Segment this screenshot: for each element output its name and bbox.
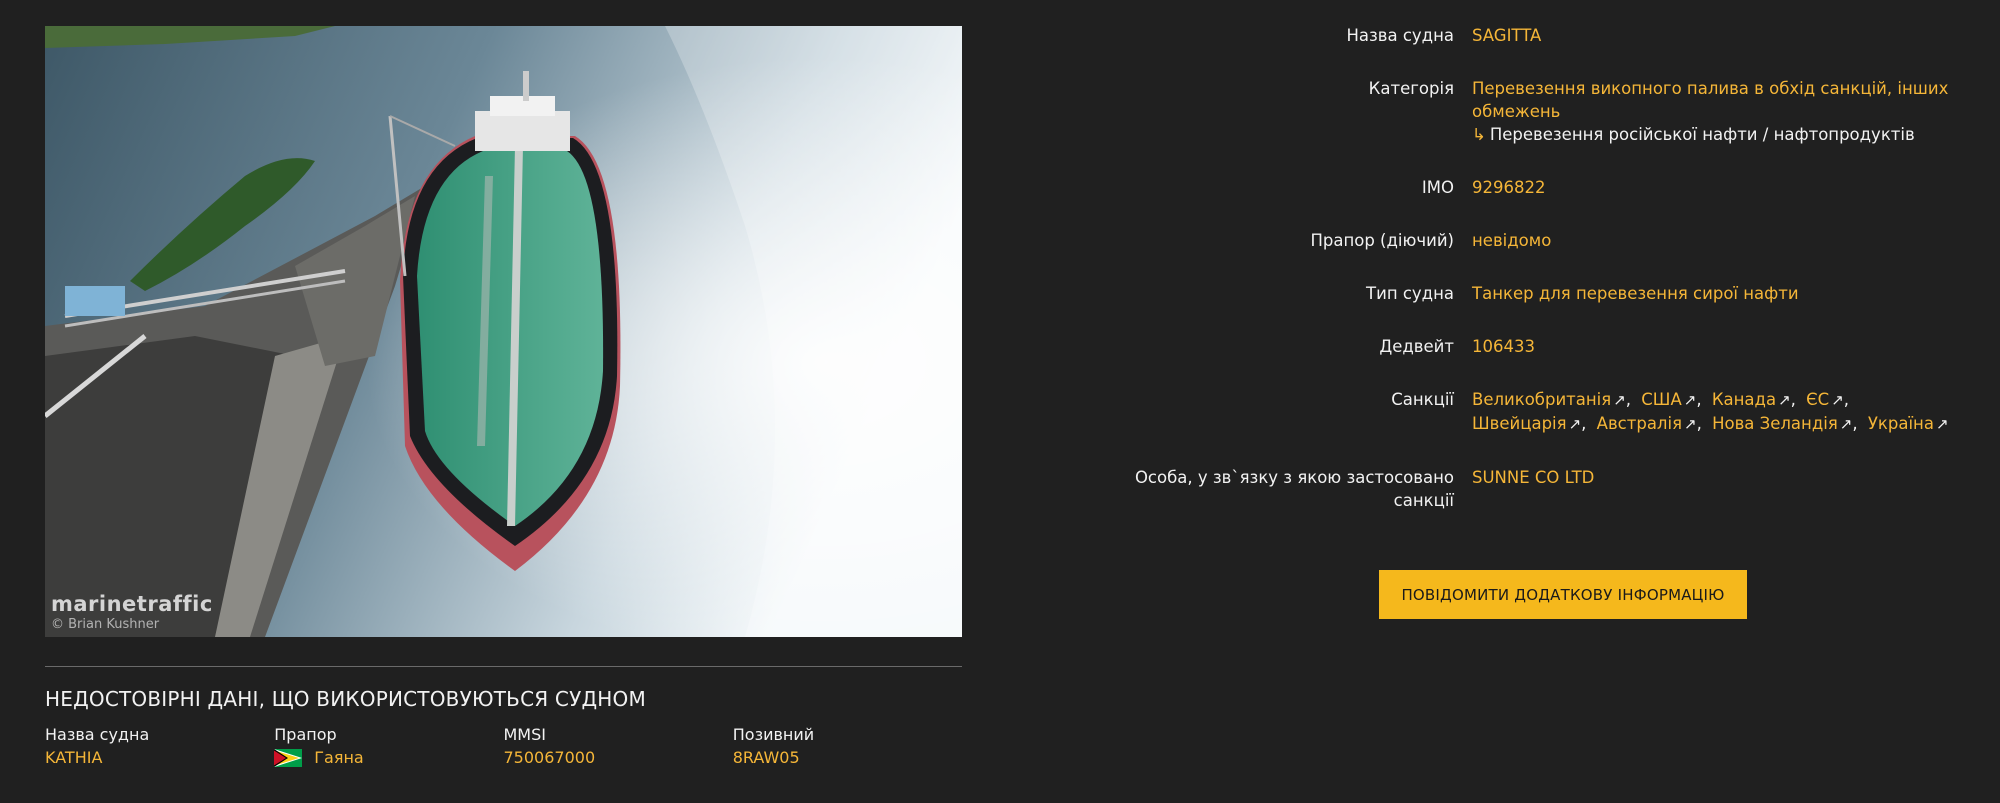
detail-label: Прапор (діючий): [1310, 231, 1454, 250]
unreliable-mmsi: MMSI 750067000: [504, 725, 733, 767]
external-link-icon: ↗: [1831, 391, 1844, 409]
unreliable-flag: Прапор Гаяна: [274, 725, 503, 767]
external-link-icon: ↗: [1684, 415, 1697, 433]
detail-row-sanctions: Санкції Великобританія ↗, США ↗, Канада ↗, …: [1130, 388, 1980, 436]
vessel-photo-image: [45, 26, 962, 637]
unreliable-value[interactable]: 8RAW05: [733, 748, 962, 767]
unreliable-label: Позивний: [732, 725, 815, 744]
detail-value[interactable]: SAGITTA: [1472, 24, 1962, 47]
unreliable-data-grid: Назва судна KATHIA Прапор Гаяна MMSI 750…: [45, 725, 962, 767]
detail-row-sanctioned-person: Особа, у зв`язку з якою застосовано санк…: [1130, 466, 1980, 512]
subcategory-arrow-icon: ↳: [1472, 125, 1486, 144]
detail-row-imo: IMO 9296822: [1130, 176, 1980, 199]
sanction-link-usa[interactable]: США ↗: [1641, 390, 1696, 409]
unreliable-flag-text[interactable]: Гаяна: [314, 748, 363, 767]
detail-label: Категорія: [1368, 79, 1454, 98]
report-additional-info-button[interactable]: ПОВІДОМИТИ ДОДАТКОВУ ІНФОРМАЦІЮ: [1379, 570, 1747, 619]
detail-row-deadweight: Дедвейт 106433: [1130, 335, 1980, 358]
detail-row-flag: Прапор (діючий) невідомо: [1130, 229, 1980, 252]
detail-value[interactable]: невідомо: [1472, 229, 1962, 252]
detail-value-category: Перевезення викопного палива в обхід сан…: [1472, 77, 1962, 146]
external-link-icon: ↗: [1568, 415, 1582, 433]
detail-row-category: Категорія Перевезення викопного палива в…: [1130, 77, 1980, 146]
external-link-icon: ↗: [1683, 391, 1697, 409]
external-link-icon: ↗: [1778, 391, 1791, 409]
external-link-icon: ↗: [1839, 415, 1853, 433]
detail-value[interactable]: Танкер для перевезення сирої нафти: [1472, 282, 1962, 305]
sanction-link-new-zealand[interactable]: Нова Зеландія ↗: [1712, 414, 1852, 433]
unreliable-flag-value[interactable]: Гаяна: [274, 748, 503, 767]
section-divider: [45, 666, 962, 667]
sanction-link-australia[interactable]: Австралія ↗: [1597, 414, 1697, 433]
detail-value[interactable]: SUNNE CO LTD: [1472, 466, 1962, 489]
sanction-link-canada[interactable]: Канада ↗: [1712, 390, 1791, 409]
detail-label: Санкції: [1391, 390, 1454, 409]
external-link-icon: ↗: [1613, 391, 1626, 409]
unreliable-callsign: Позивний 8RAW05: [733, 725, 962, 767]
sanctions-list: Великобританія ↗, США ↗, Канада ↗, ЄС ↗, Шве…: [1472, 390, 1949, 433]
detail-label: Назва судна: [1346, 26, 1454, 45]
photo-watermark: marinetraffic © Brian Kushner: [51, 591, 213, 632]
sanction-link-ukraine[interactable]: Україна ↗: [1868, 414, 1949, 433]
unreliable-value[interactable]: KATHIA: [45, 748, 274, 767]
detail-row-vessel-type: Тип судна Танкер для перевезення сирої н…: [1130, 282, 1980, 305]
sanction-link-switzerland[interactable]: Швейцарія ↗: [1472, 414, 1581, 433]
left-column: marinetraffic © Brian Kushner НЕДОСТОВІР…: [45, 26, 962, 767]
external-link-icon: ↗: [1935, 415, 1949, 433]
detail-label: Дедвейт: [1379, 337, 1454, 356]
vessel-details: Назва судна SAGITTA Категорія Перевезенн…: [1130, 24, 1980, 542]
watermark-brand: marinetraffic: [51, 591, 213, 616]
detail-value: 106433: [1472, 337, 1535, 356]
guyana-flag-icon: [274, 748, 303, 767]
detail-value[interactable]: 9296822: [1472, 176, 1962, 199]
category-link[interactable]: Перевезення викопного палива в обхід сан…: [1472, 77, 1962, 123]
unreliable-label: Назва судна: [45, 725, 150, 744]
vessel-photo: marinetraffic © Brian Kushner: [45, 26, 962, 637]
unreliable-label: MMSI: [503, 725, 546, 744]
subcategory: ↳ Перевезення російської нафти / нафтопро…: [1472, 123, 1962, 146]
unreliable-vessel-name: Назва судна KATHIA: [45, 725, 274, 767]
sanction-link-uk[interactable]: Великобританія ↗: [1472, 390, 1626, 409]
sanction-link-eu[interactable]: ЄС ↗: [1806, 390, 1844, 409]
detail-label: IMO: [1421, 178, 1454, 197]
detail-label: Особа, у зв`язку з якою застосовано санк…: [1134, 468, 1454, 510]
detail-row-vessel-name: Назва судна SAGITTA: [1130, 24, 1980, 47]
watermark-credit: © Brian Kushner: [51, 616, 160, 632]
subcategory-text: Перевезення російської нафти / нафтопрод…: [1489, 125, 1915, 144]
unreliable-label: Прапор: [274, 725, 337, 744]
unreliable-data-title: НЕДОСТОВІРНІ ДАНІ, ЩО ВИКОРИСТОВУЮТЬСЯ С…: [45, 687, 646, 711]
unreliable-value[interactable]: 750067000: [504, 748, 733, 767]
detail-label: Тип судна: [1366, 284, 1454, 303]
